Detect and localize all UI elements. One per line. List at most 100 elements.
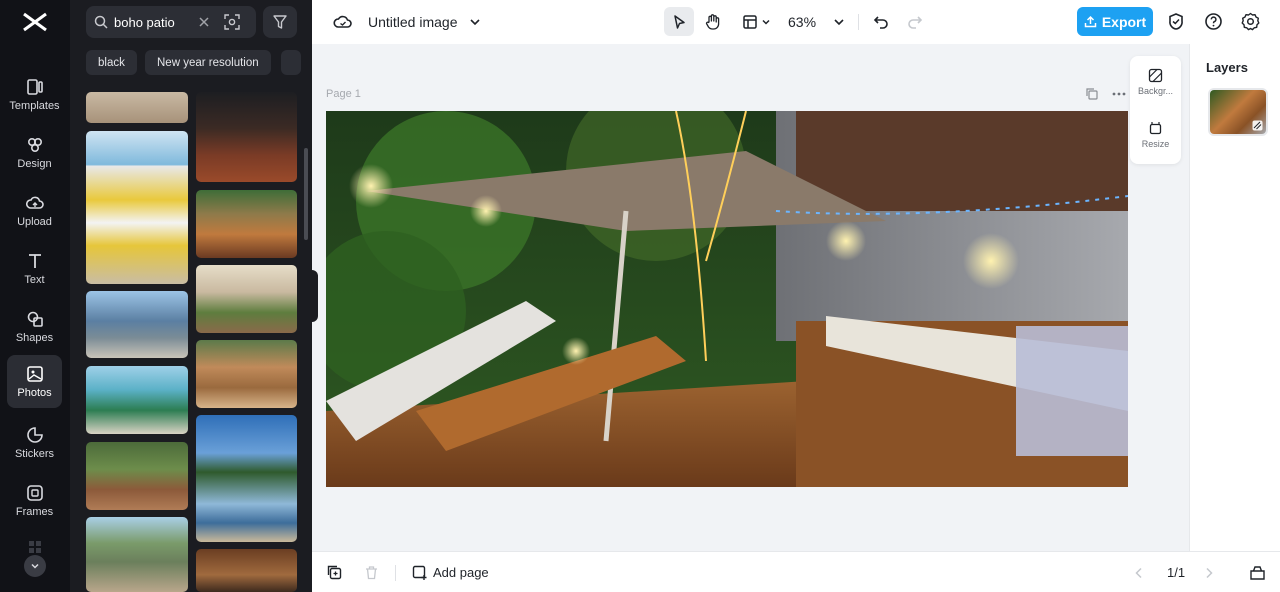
photo-thumbnail[interactable] (196, 415, 297, 542)
photo-thumbnail[interactable] (196, 92, 297, 182)
rail-item-label: Frames (15, 505, 54, 518)
rail-item-label: Stickers (14, 447, 55, 460)
photo-thumbnail[interactable] (86, 131, 188, 284)
search-input[interactable] (114, 14, 192, 30)
rail-item-label: Design (17, 157, 52, 170)
rail-item-upload[interactable]: Upload (7, 184, 62, 237)
cursor-arrow-icon (674, 14, 685, 29)
photo-thumbnail[interactable] (196, 265, 297, 333)
toolbar-divider (395, 565, 396, 581)
photo-thumbnail[interactable] (86, 517, 188, 592)
rail-item-label: Text (24, 273, 45, 286)
patio-photo (326, 111, 1128, 487)
background-tool[interactable]: Backgr... (1130, 68, 1181, 96)
add-page-label: Add page (433, 565, 489, 580)
next-page-icon[interactable] (1204, 567, 1214, 579)
frames-icon (26, 484, 43, 501)
settings-gear-icon[interactable] (1241, 12, 1260, 31)
previous-page-icon[interactable] (1134, 567, 1144, 579)
rail-item-label: Shapes (15, 331, 54, 344)
photo-icon (26, 365, 43, 382)
redo-icon[interactable] (906, 13, 923, 30)
image-search-icon[interactable] (224, 14, 240, 30)
search-box[interactable] (86, 6, 256, 38)
duplicate-page-icon[interactable] (1086, 88, 1098, 100)
photo-thumbnail[interactable] (196, 190, 297, 258)
layer-thumbnail[interactable] (1208, 88, 1268, 136)
export-label: Export (1101, 13, 1147, 30)
hand-icon (705, 13, 720, 30)
chevron-down-icon[interactable] (833, 16, 845, 28)
layout-menu-button[interactable] (738, 7, 774, 36)
rail-item-templates[interactable]: Templates (7, 68, 62, 121)
upload-arrow-icon (1084, 15, 1097, 28)
shield-icon[interactable] (1167, 12, 1185, 31)
rail-item-shapes[interactable]: Shapes (7, 300, 62, 353)
delete-page-button[interactable] (364, 552, 379, 592)
undo-icon[interactable] (873, 13, 890, 30)
top-toolbar: Untitled image 63% Export (312, 0, 1280, 44)
photo-thumbnail[interactable] (86, 291, 188, 358)
more-options-icon[interactable] (1112, 92, 1126, 96)
shapes-icon (27, 311, 43, 327)
bottom-toolbar: Add page 1/1 (312, 551, 1280, 592)
canvas-image[interactable] (326, 111, 1128, 487)
duplicate-page-button[interactable] (327, 552, 342, 592)
help-icon[interactable] (1204, 12, 1223, 31)
rail-item-label: Photos (17, 386, 52, 399)
rail-item-stickers[interactable]: Stickers (7, 416, 62, 469)
hand-tool-button[interactable] (698, 7, 728, 36)
page-label: Page 1 (326, 88, 361, 100)
rail-item-label: Templates (9, 99, 60, 112)
apps-icon[interactable] (28, 540, 42, 554)
zoom-level[interactable]: 63% (788, 0, 816, 44)
rail-item-label: Upload (17, 215, 52, 228)
layers-title: Layers (1206, 60, 1248, 75)
templates-icon (26, 78, 43, 95)
photo-thumbnail[interactable] (86, 366, 188, 434)
add-page-button[interactable]: Add page (412, 552, 489, 592)
suggestion-chip[interactable]: black (86, 50, 137, 75)
copy-icon (327, 565, 342, 580)
background-layer-icon (1252, 120, 1263, 131)
resize-tool[interactable]: Resize (1130, 121, 1181, 149)
clear-search-icon[interactable] (198, 16, 210, 28)
resize-tool-label: Resize (1141, 139, 1170, 149)
background-tool-label: Backgr... (1137, 86, 1173, 96)
panel-scrollbar[interactable] (304, 148, 308, 240)
select-tool-button[interactable] (664, 7, 694, 36)
filter-icon (273, 15, 287, 29)
photos-panel: black New year resolution (70, 0, 312, 592)
filter-button[interactable] (263, 6, 297, 38)
export-button[interactable]: Export (1077, 7, 1153, 36)
background-icon (1148, 68, 1163, 83)
more-tools-button[interactable] (24, 555, 46, 577)
rail-item-photos[interactable]: Photos (7, 355, 62, 408)
search-icon (94, 15, 108, 29)
layers-panel: Layers (1189, 44, 1280, 551)
photo-thumbnail[interactable] (86, 92, 188, 123)
trash-icon (366, 566, 377, 580)
rail-item-frames[interactable]: Frames (7, 474, 62, 527)
design-icon (27, 137, 42, 152)
cloud-save-icon[interactable] (333, 12, 353, 32)
resize-icon (1149, 122, 1162, 135)
collapse-panel-handle[interactable] (312, 270, 318, 322)
photo-thumbnail[interactable] (86, 442, 188, 510)
suggestion-chip[interactable]: New year resolution (145, 50, 271, 75)
photo-thumbnail[interactable] (196, 340, 297, 408)
photo-thumbnail[interactable] (196, 549, 297, 592)
chevron-down-icon (761, 19, 770, 25)
rail-item-design[interactable]: Design (7, 126, 62, 179)
canvas-side-tools: Backgr... Resize (1130, 56, 1181, 164)
suggestion-chip-partial[interactable] (281, 50, 301, 75)
document-title[interactable]: Untitled image (368, 0, 458, 44)
toolbar-divider (858, 14, 859, 30)
left-rail: Templates Design Upload Text Shapes Phot… (0, 0, 70, 592)
page-indicator: 1/1 (1167, 565, 1186, 580)
chevron-down-icon[interactable] (469, 16, 481, 28)
pages-panel-icon[interactable] (1249, 565, 1266, 581)
capcut-logo-icon[interactable] (22, 10, 48, 34)
rail-item-text[interactable]: Text (7, 242, 62, 295)
cloud-upload-icon (25, 196, 44, 209)
